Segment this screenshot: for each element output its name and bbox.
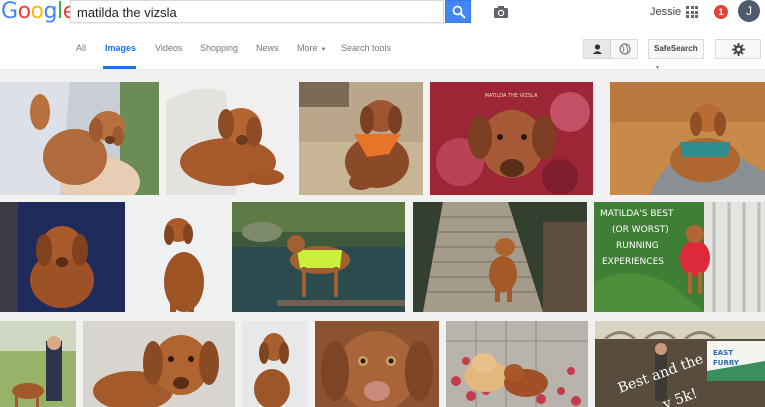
image-result[interactable] xyxy=(242,321,308,407)
dog-photo xyxy=(83,321,235,407)
person-icon xyxy=(593,44,602,54)
dog-photo: MATILDA THE VIZSLA xyxy=(430,82,593,195)
camera-icon[interactable] xyxy=(493,5,509,19)
image-result[interactable]: EAST FURRY Best and the y 5k! xyxy=(595,321,765,407)
safesearch-dropdown[interactable]: SafeSearch ▼ xyxy=(648,39,704,71)
avatar[interactable]: J xyxy=(738,0,760,22)
dog-photo xyxy=(0,202,125,312)
dog-photo xyxy=(299,82,423,195)
search-box xyxy=(70,0,508,23)
dog-photo xyxy=(0,321,76,407)
image-results-grid: MATILDA THE VIZSLA MATILDA'S BEST (OR WO… xyxy=(0,70,765,407)
logo-letter: o xyxy=(17,0,31,24)
image-result[interactable] xyxy=(0,82,159,195)
tab-more-label: More xyxy=(297,43,318,53)
image-caption: RUNNING xyxy=(616,241,659,251)
dog-photo xyxy=(166,82,292,195)
active-tab-indicator xyxy=(103,66,136,69)
image-result[interactable] xyxy=(166,82,292,195)
view-toggle xyxy=(583,39,638,59)
dog-photo: EAST FURRY Best and the y 5k! xyxy=(595,321,765,407)
chevron-down-icon: ▼ xyxy=(320,47,327,53)
sign-text: FURRY xyxy=(713,359,740,367)
image-result[interactable] xyxy=(299,82,423,195)
image-result[interactable] xyxy=(446,321,588,407)
tab-more[interactable]: More ▼ xyxy=(297,43,326,53)
image-caption: (OR WORST) xyxy=(612,225,669,235)
search-button[interactable] xyxy=(445,0,471,23)
tab-videos[interactable]: Videos xyxy=(155,43,182,53)
search-input[interactable] xyxy=(77,3,407,21)
dog-photo xyxy=(413,202,587,312)
image-result[interactable] xyxy=(0,202,125,312)
tab-all[interactable]: All xyxy=(76,43,86,53)
image-result[interactable]: MATILDA'S BEST (OR WORST) RUNNING EXPERI… xyxy=(594,202,765,312)
image-result[interactable] xyxy=(413,202,587,312)
image-result[interactable] xyxy=(232,202,405,312)
image-caption: EXPERIENCES xyxy=(602,257,664,267)
globe-icon[interactable] xyxy=(612,40,638,58)
search-icon xyxy=(452,5,466,19)
notification-badge[interactable]: 1 xyxy=(714,5,728,19)
image-caption: MATILDA'S BEST xyxy=(600,209,674,219)
tab-search-tools[interactable]: Search tools xyxy=(341,43,391,53)
image-result[interactable] xyxy=(0,321,76,407)
safesearch-label: SafeSearch xyxy=(654,44,698,53)
logo-letter: o xyxy=(30,0,44,24)
dog-photo xyxy=(0,82,159,195)
image-result[interactable] xyxy=(315,321,439,407)
tab-shopping[interactable]: Shopping xyxy=(200,43,238,53)
user-name[interactable]: Jessie xyxy=(650,6,681,18)
dog-photo xyxy=(315,321,439,407)
dog-photo xyxy=(610,82,765,195)
image-result[interactable]: MATILDA THE VIZSLA xyxy=(430,82,593,195)
dog-photo xyxy=(242,321,308,407)
google-logo[interactable]: Google xyxy=(1,0,76,25)
settings-button[interactable] xyxy=(715,39,761,59)
image-result[interactable] xyxy=(132,202,226,312)
personal-results-button[interactable] xyxy=(584,40,611,58)
tab-images[interactable]: Images xyxy=(105,43,136,53)
image-result[interactable] xyxy=(83,321,235,407)
apps-grid-icon[interactable] xyxy=(686,6,698,18)
logo-letter: G xyxy=(1,0,18,24)
dog-photo xyxy=(232,202,405,312)
logo-letter: g xyxy=(43,0,58,24)
dog-photo xyxy=(446,321,588,407)
dog-photo: MATILDA'S BEST (OR WORST) RUNNING EXPERI… xyxy=(594,202,765,312)
image-caption: MATILDA THE VIZSLA xyxy=(485,93,538,99)
gear-icon xyxy=(732,43,745,56)
dog-photo xyxy=(132,202,226,312)
image-result[interactable] xyxy=(610,82,765,195)
search-tabs-bar: All Images Videos Shopping News More ▼ Se… xyxy=(0,30,765,71)
tab-news[interactable]: News xyxy=(256,43,279,53)
sign-text: EAST xyxy=(713,349,733,357)
top-bar: Google Jessie 1 J xyxy=(0,0,765,26)
